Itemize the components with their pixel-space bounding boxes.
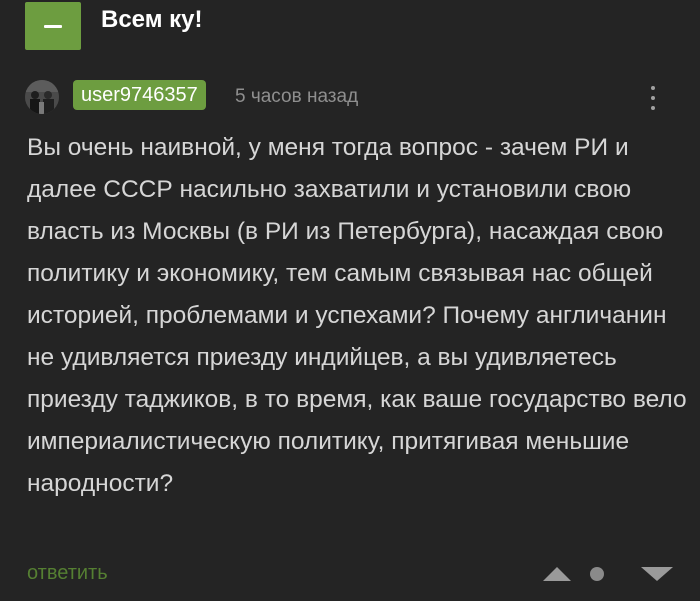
comment-text: Вы очень наивной, у меня тогда вопрос - … xyxy=(27,134,687,497)
more-options-button[interactable] xyxy=(643,83,663,113)
post-header: Всем ку! xyxy=(0,0,700,60)
avatar[interactable] xyxy=(25,80,59,114)
minus-icon xyxy=(44,25,62,28)
comment-header: user9746357 5 часов назад xyxy=(0,75,700,117)
rating-dot-icon xyxy=(590,567,604,581)
username-link[interactable]: user9746357 xyxy=(73,80,206,110)
avatar-image xyxy=(25,80,59,114)
reply-button[interactable]: ответить xyxy=(27,562,108,585)
triangle-up-icon xyxy=(543,567,571,581)
post-title: Всем ку! xyxy=(101,6,203,33)
triangle-down-icon xyxy=(641,567,673,581)
downvote-button[interactable] xyxy=(640,566,674,582)
collapse-button[interactable] xyxy=(25,2,81,50)
upvote-button[interactable] xyxy=(542,566,572,582)
comment-timestamp: 5 часов назад xyxy=(235,86,359,107)
